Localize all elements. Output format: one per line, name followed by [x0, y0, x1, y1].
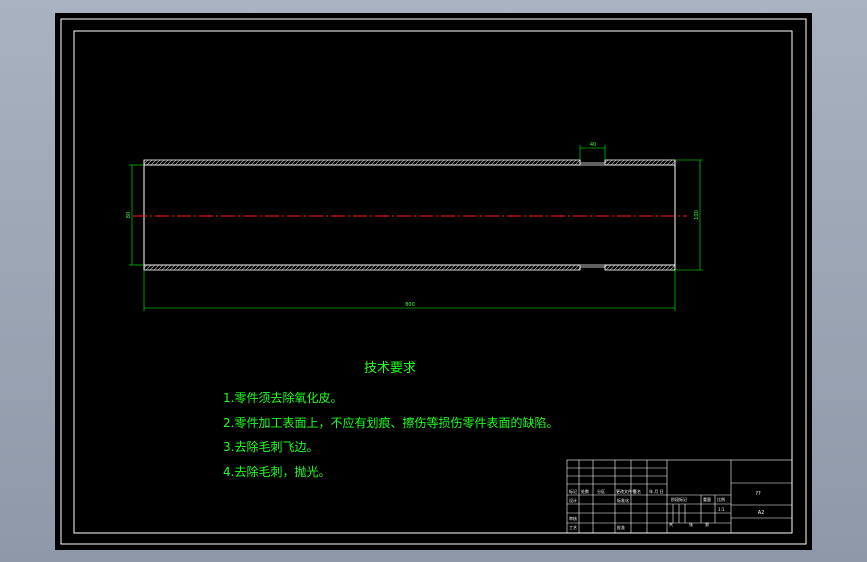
- dim-right-diameter-text: 100: [694, 210, 700, 220]
- tb-label-signature: 签名: [633, 488, 641, 494]
- tube-section: [143, 159, 676, 271]
- notes-title: 技术要求: [364, 361, 416, 376]
- tb-sheet-size: A2: [758, 510, 765, 516]
- tb-label-total: 共: [669, 521, 673, 527]
- top-wall-hatch-right: [604, 159, 676, 166]
- note-item-2: 2.零件加工表面上，不应有划痕、擦伤等损伤零件表面的缺陷。: [223, 415, 558, 430]
- tb-part-name: ??: [755, 491, 761, 497]
- cad-canvas: 80 100 40 800 技术要求 1.零件须去除氧化皮。 2.零件加工表面上…: [60, 18, 807, 545]
- dimension-top-width: 40: [579, 142, 606, 160]
- dim-overall-length-text: 800: [405, 302, 415, 308]
- tb-scale-value: 1:1: [718, 507, 725, 512]
- note-item-3: 3.去除毛刺飞边。: [223, 439, 318, 454]
- dim-top-width-text: 40: [590, 142, 596, 148]
- tb-label-weight: 重量: [703, 496, 711, 502]
- tb-label-review: 审核: [569, 515, 577, 521]
- top-wall-hatch: [143, 159, 581, 166]
- note-item-4: 4.去除毛刺，抛光。: [223, 464, 330, 479]
- inner-border: [73, 30, 793, 534]
- dimension-overall-length: 800: [143, 270, 676, 311]
- dimension-left-diameter: 80: [126, 164, 144, 266]
- tb-label-mark: 标记: [569, 488, 577, 494]
- tb-label-process: 工艺: [569, 525, 577, 530]
- tb-label-count: 处数: [581, 488, 589, 494]
- note-item-1: 1.零件须去除氧化皮。: [223, 390, 342, 405]
- tb-label-sheet: 张: [689, 521, 693, 527]
- tb-label-of: 第: [705, 521, 709, 527]
- dimension-right-diameter: 100: [675, 159, 703, 271]
- outer-border: [60, 18, 807, 545]
- top-groove: [579, 160, 606, 164]
- tb-label-zone: 分区: [597, 488, 605, 494]
- drawing-sheet: 80 100 40 800 技术要求 1.零件须去除氧化皮。 2.零件加工表面上…: [55, 13, 812, 550]
- tb-label-standard: 标准化: [617, 497, 629, 503]
- bottom-wall-hatch-right: [604, 264, 676, 271]
- tb-label-scale: 比例: [717, 496, 725, 502]
- tb-label-approve: 批准: [617, 524, 625, 530]
- bottom-wall-hatch: [143, 264, 581, 271]
- bottom-groove: [579, 266, 606, 270]
- tb-label-design: 设计: [569, 497, 577, 503]
- dim-left-diameter-text: 80: [126, 212, 132, 218]
- tb-label-stage: 阶段标记: [671, 496, 687, 502]
- tb-label-date: 年 月 日: [649, 488, 664, 494]
